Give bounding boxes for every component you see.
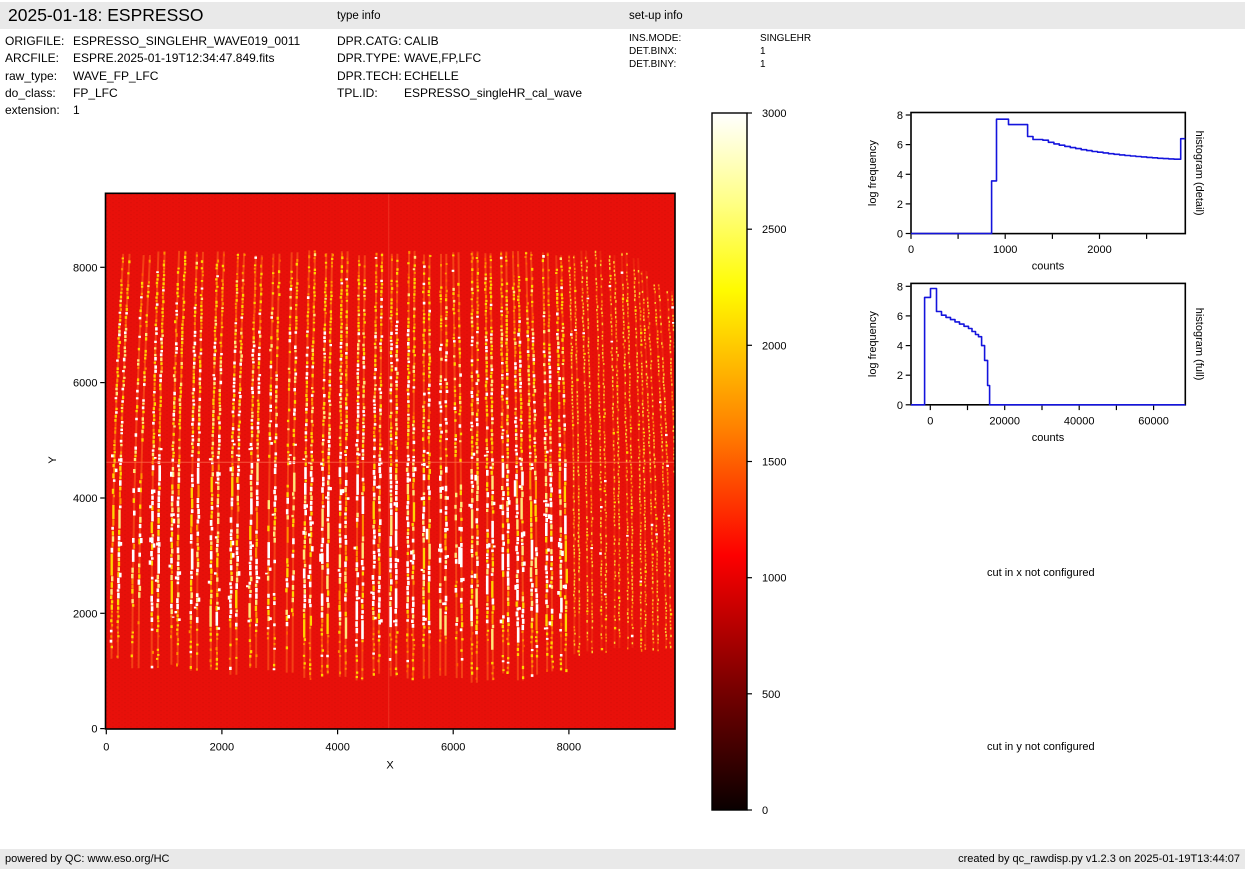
svg-text:6000: 6000: [441, 742, 465, 754]
svg-text:0: 0: [762, 805, 768, 817]
svg-text:2500: 2500: [762, 224, 786, 236]
svg-text:log frequency: log frequency: [867, 140, 879, 207]
svg-text:60000: 60000: [1138, 416, 1169, 428]
svg-text:X: X: [386, 760, 394, 772]
svg-text:counts: counts: [1032, 432, 1065, 444]
svg-text:8000: 8000: [73, 262, 97, 274]
svg-text:counts: counts: [1032, 261, 1065, 273]
svg-text:2: 2: [897, 370, 903, 382]
svg-text:2000: 2000: [1087, 244, 1111, 256]
svg-text:2000: 2000: [762, 340, 786, 352]
svg-text:3000: 3000: [762, 108, 786, 120]
svg-text:2000: 2000: [73, 608, 97, 620]
svg-text:500: 500: [762, 689, 780, 701]
svg-text:6000: 6000: [73, 378, 97, 390]
svg-text:6: 6: [897, 140, 903, 152]
svg-text:Y: Y: [47, 456, 59, 464]
svg-text:0: 0: [927, 416, 933, 428]
svg-text:1000: 1000: [762, 573, 786, 585]
svg-text:1500: 1500: [762, 457, 786, 469]
svg-text:histogram (detail): histogram (detail): [1193, 131, 1205, 216]
svg-text:4: 4: [897, 341, 903, 353]
svg-text:8: 8: [897, 110, 903, 122]
svg-text:4000: 4000: [73, 493, 97, 505]
svg-text:4000: 4000: [325, 742, 349, 754]
svg-text:1000: 1000: [993, 244, 1017, 256]
svg-text:2: 2: [897, 199, 903, 211]
svg-text:0: 0: [103, 742, 109, 754]
svg-text:6: 6: [897, 311, 903, 323]
svg-text:8: 8: [897, 281, 903, 293]
svg-text:0: 0: [91, 724, 97, 736]
svg-text:0: 0: [908, 244, 914, 256]
svg-text:20000: 20000: [989, 416, 1020, 428]
svg-text:0: 0: [897, 400, 903, 412]
svg-text:40000: 40000: [1064, 416, 1095, 428]
svg-text:2000: 2000: [210, 742, 234, 754]
svg-text:0: 0: [897, 229, 903, 241]
svg-text:4: 4: [897, 169, 903, 181]
svg-text:8000: 8000: [557, 742, 581, 754]
svg-text:histogram (full): histogram (full): [1193, 308, 1205, 381]
svg-text:log frequency: log frequency: [867, 311, 879, 378]
